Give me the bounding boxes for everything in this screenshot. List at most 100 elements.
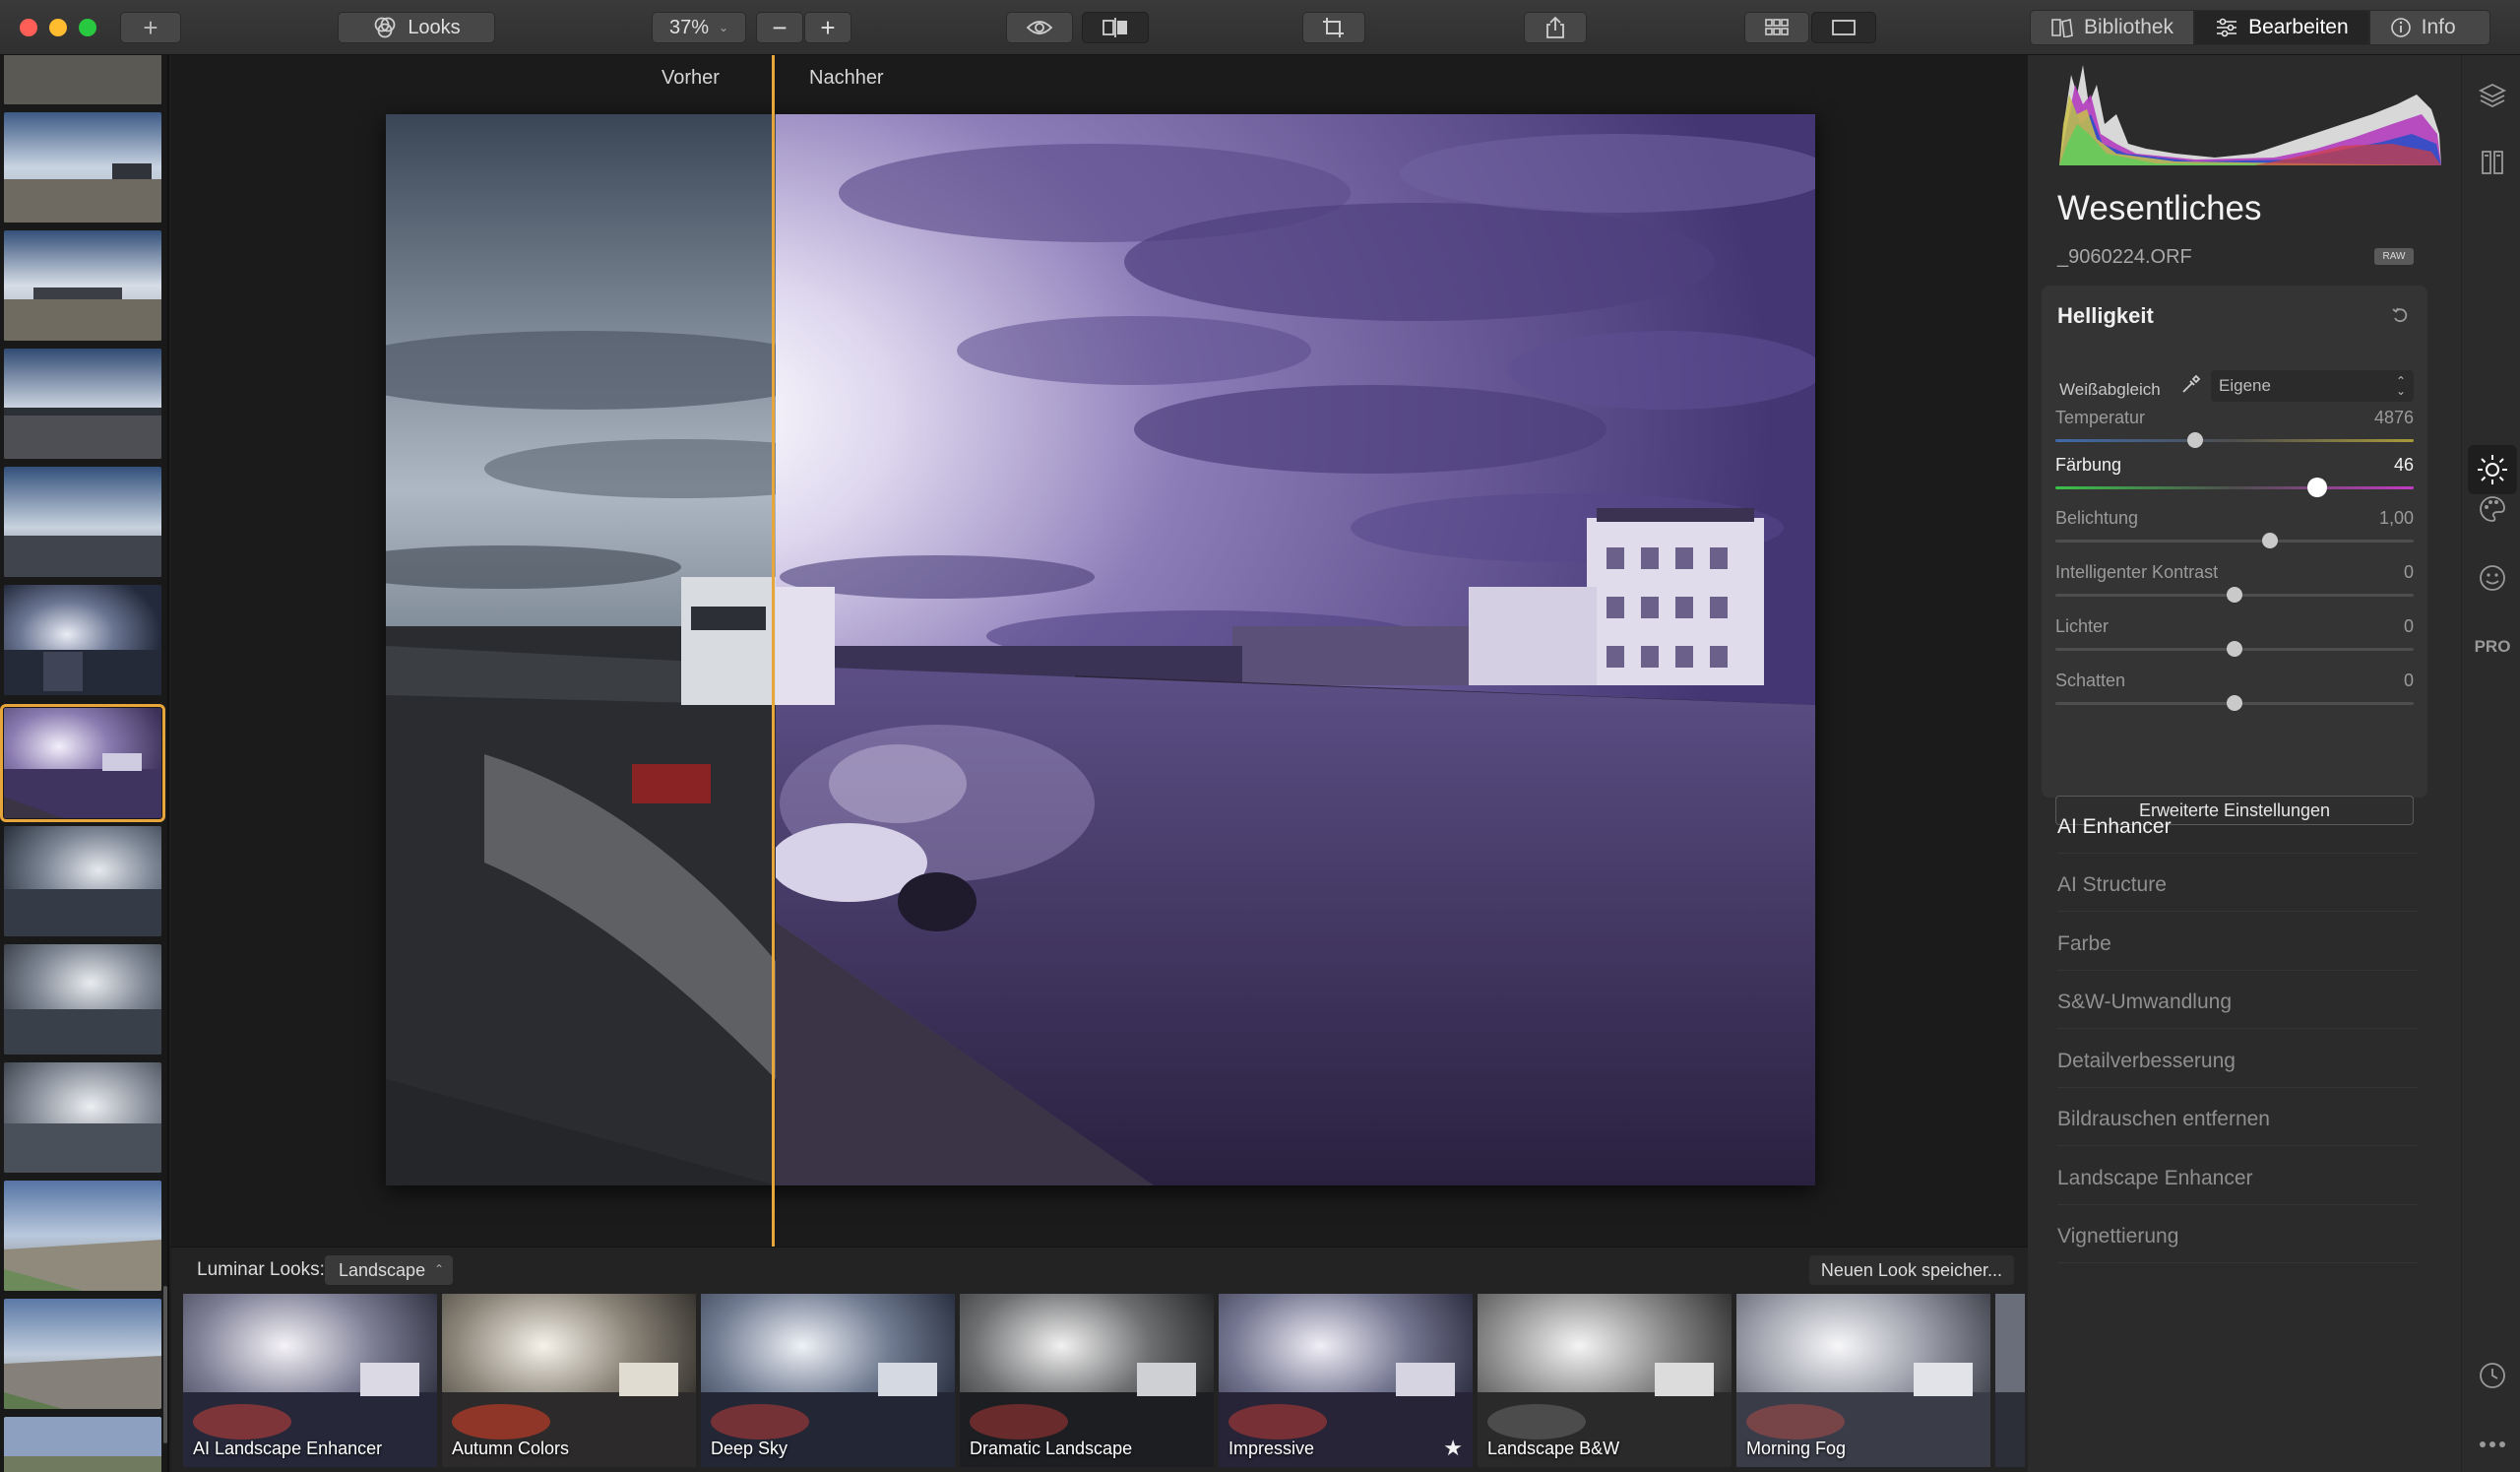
layers-icon[interactable] [2478,81,2507,110]
filmstrip-scrollbar[interactable] [163,1286,167,1443]
section-ai-structure[interactable]: AI Structure [2057,873,2418,912]
slider-knob[interactable] [2262,533,2279,548]
panel-title: Wesentliches [2057,189,2262,227]
reset-icon[interactable] [2390,305,2410,330]
tab-info[interactable]: Info [2368,10,2490,45]
zoom-in-button[interactable]: + [804,12,851,43]
tab-label: Bibliothek [2084,16,2174,38]
look-name: Dramatic Landscape [970,1439,1133,1458]
photo-preview[interactable] [386,114,1815,1185]
sun-icon[interactable] [2468,445,2517,494]
section-farbe[interactable]: Farbe [2057,932,2418,971]
filmstrip-thumbnail[interactable] [4,349,161,459]
filmstrip-thumbnail[interactable] [4,1417,161,1472]
toolbar: + Looks 37% ⌄ − + Bibliothek Bearbeiten … [0,0,2520,55]
filmstrip-thumbnail[interactable] [4,1062,161,1173]
share-button[interactable] [1524,12,1587,43]
slider-knob[interactable] [2186,432,2203,448]
slider-track-kontrast[interactable] [2055,587,2414,603]
slider-track-faerbung[interactable] [2055,478,2414,497]
slider-value-temperatur: 4876 [2373,408,2414,427]
white-balance-value: Eigene [2219,376,2271,395]
pro-label: PRO [2474,637,2511,656]
looks-category-value: Landscape [339,1259,426,1280]
look-tile[interactable]: Deep Sky [701,1294,955,1467]
presets-icon[interactable] [2478,148,2507,177]
window-minimize-button[interactable] [49,19,67,36]
look-tile[interactable]: Morning Fog [1736,1294,1990,1467]
look-tile[interactable]: Autumn Colors [442,1294,696,1467]
card-title[interactable]: Helligkeit [2057,303,2154,329]
slider-knob[interactable] [2306,478,2327,497]
window-zoom-button[interactable] [79,19,96,36]
looks-button[interactable]: Looks [338,12,495,43]
grid-icon [1765,19,1789,35]
more-icon[interactable] [2478,1430,2507,1459]
tab-bibliothek[interactable]: Bibliothek [2030,10,2195,45]
compare-toggle-button[interactable] [1082,12,1149,43]
look-tile[interactable]: Dramatic Landscape [960,1294,1214,1467]
look-tile[interactable]: AI Landscape Enhancer [183,1294,437,1467]
slider-label-temperatur: Temperatur [2055,408,2146,427]
filmstrip-thumbnail[interactable] [4,230,161,341]
preview-toggle-button[interactable] [1006,12,1073,43]
white-balance-select[interactable]: Eigene ⌃ ⌄ [2211,370,2414,402]
section-vignettierung[interactable]: Vignettierung [2057,1225,2418,1263]
filmstrip-thumbnail-selected[interactable] [0,704,165,822]
slider-value-kontrast: 0 [2403,562,2414,582]
look-tile[interactable]: Landscape B&W [1478,1294,1732,1467]
look-tile-partial[interactable] [1995,1294,2025,1467]
slider-knob[interactable] [2227,641,2242,657]
single-image-icon [1832,20,1856,35]
palette-icon[interactable] [2478,494,2507,524]
slider-track-lichter[interactable] [2055,641,2414,657]
section-sw-umwandlung[interactable]: S&W-Umwandlung [2057,991,2418,1029]
eyedropper-icon[interactable] [2179,374,2201,401]
minus-icon: − [772,12,788,42]
crop-button[interactable] [1302,12,1365,43]
chevron-down-icon: ⌄ [718,21,729,34]
face-icon[interactable] [2478,563,2507,593]
looks-category-select[interactable]: Landscape ⌃ [325,1255,454,1285]
grid-view-button[interactable] [1744,12,1809,43]
section-detailverbesserung[interactable]: Detailverbesserung [2057,1050,2418,1088]
compare-split-handle[interactable] [772,55,775,1247]
share-icon [1546,16,1564,38]
section-bildrauschen[interactable]: Bildrauschen entfernen [2057,1108,2418,1146]
slider-knob[interactable] [2227,695,2242,711]
image-canvas[interactable]: Vorher Nachher [171,55,2028,1247]
favorite-star-icon[interactable]: ★ [1443,1436,1463,1461]
filmstrip-thumbnail[interactable] [4,55,161,104]
filmstrip-thumbnail[interactable] [4,585,161,695]
helligkeit-card: Helligkeit Weißabgleich Eigene ⌃ ⌄ Temper… [2042,286,2427,825]
section-ai-enhancer[interactable]: AI Enhancer [2057,815,2418,854]
add-images-button[interactable]: + [120,12,181,43]
filmstrip-thumbnail[interactable] [4,826,161,936]
filmstrip-thumbnail[interactable] [4,1299,161,1409]
mode-tabs: Bibliothek Bearbeiten Info [2030,10,2490,45]
filmstrip-thumbnail[interactable] [4,467,161,577]
save-look-label: Neuen Look speicher... [1820,1259,2002,1280]
filmstrip[interactable] [0,55,169,1472]
zoom-out-button[interactable]: − [756,12,803,43]
save-look-button[interactable]: Neuen Look speicher... [1808,1255,2014,1285]
zoom-dropdown[interactable]: 37% ⌄ [652,12,746,43]
slider-knob[interactable] [2227,587,2242,603]
single-view-button[interactable] [1811,12,1876,43]
filmstrip-thumbnail[interactable] [4,1181,161,1291]
slider-track-schatten[interactable] [2055,695,2414,711]
histogram [2057,55,2443,165]
section-landscape-enhancer[interactable]: Landscape Enhancer [2057,1167,2418,1205]
slider-value-schatten: 0 [2403,671,2414,690]
slider-track-belichtung[interactable] [2055,533,2414,548]
eye-icon [1026,21,1053,34]
filmstrip-thumbnail[interactable] [4,112,161,223]
history-icon[interactable] [2478,1361,2507,1390]
filmstrip-thumbnail[interactable] [4,944,161,1055]
looks-label: Looks [408,16,461,38]
tab-bearbeiten[interactable]: Bearbeiten [2194,10,2369,45]
pro-label-icon[interactable]: PRO [2474,632,2511,662]
look-tile[interactable]: Impressive ★ [1219,1294,1473,1467]
window-close-button[interactable] [20,19,37,36]
slider-track-temperatur[interactable] [2055,432,2414,448]
